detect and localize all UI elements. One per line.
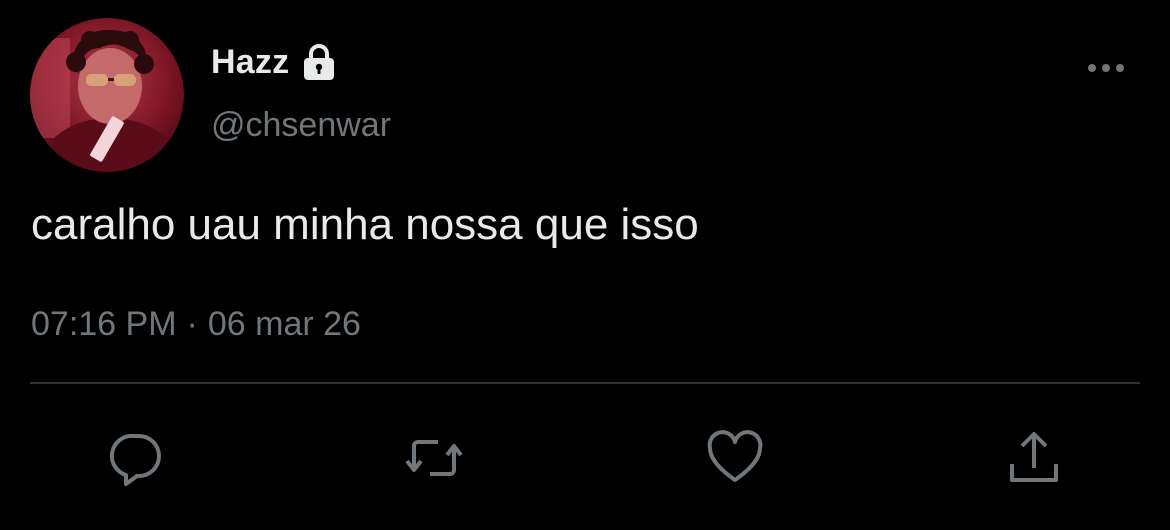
divider bbox=[30, 382, 1140, 384]
tweet-time: 07:16 PM bbox=[31, 305, 177, 343]
avatar-image bbox=[30, 18, 184, 172]
retweet-button[interactable] bbox=[404, 428, 464, 488]
like-button[interactable] bbox=[705, 428, 765, 488]
author-display-name[interactable]: Hazz bbox=[211, 43, 289, 82]
avatar[interactable] bbox=[30, 18, 184, 172]
author-name-row: Hazz bbox=[211, 38, 339, 86]
tweet-timestamp[interactable]: 07:16 PM · 06 mar 26 bbox=[31, 305, 361, 344]
reply-button[interactable] bbox=[106, 428, 166, 488]
heart-icon bbox=[707, 430, 763, 482]
share-icon bbox=[1010, 432, 1058, 482]
author-handle[interactable]: @chsenwar bbox=[211, 106, 391, 145]
lock-icon bbox=[299, 42, 339, 82]
tweet-date: 06 mar 26 bbox=[207, 305, 361, 343]
retweet-icon bbox=[405, 440, 463, 476]
tweet-text: caralho uau minha nossa que isso bbox=[31, 200, 699, 249]
timestamp-separator: · bbox=[186, 305, 198, 343]
more-options-icon[interactable] bbox=[1084, 56, 1128, 80]
reply-icon bbox=[109, 433, 161, 486]
share-button[interactable] bbox=[1004, 428, 1064, 488]
